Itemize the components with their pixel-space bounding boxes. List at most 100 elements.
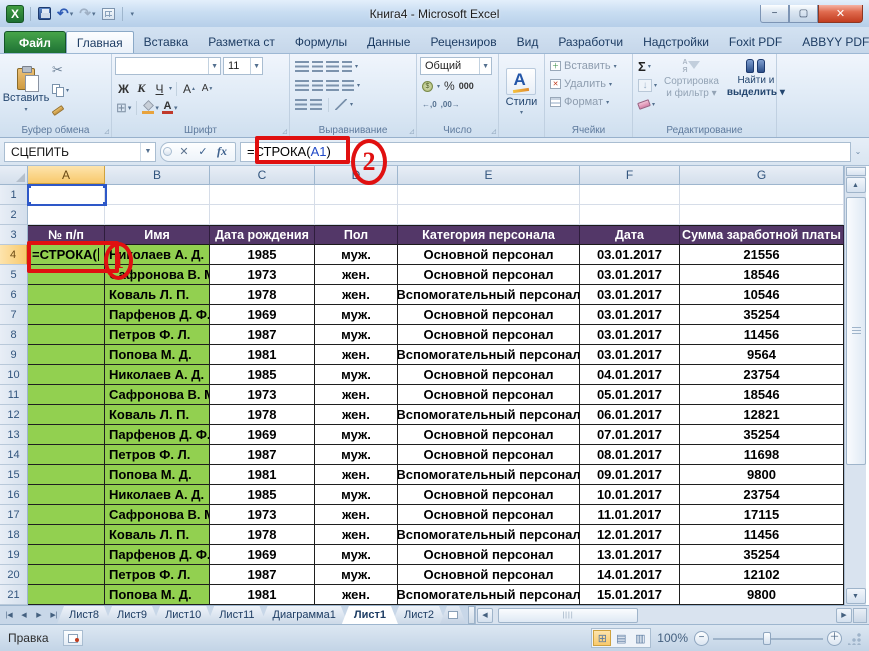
- cell-C12[interactable]: 1978: [210, 405, 315, 425]
- underline-button[interactable]: Ч: [151, 80, 168, 97]
- maximize-button[interactable]: ▢: [789, 5, 818, 23]
- currency-icon[interactable]: $: [422, 81, 433, 92]
- vertical-scroll-track[interactable]: [846, 193, 866, 588]
- row-header-10[interactable]: 10: [0, 365, 28, 385]
- row-header-1[interactable]: 1: [0, 185, 28, 205]
- row-header-8[interactable]: 8: [0, 325, 28, 345]
- cell-A9[interactable]: [28, 345, 105, 365]
- cell-A12[interactable]: [28, 405, 105, 425]
- cell-F11[interactable]: 05.01.2017: [580, 385, 680, 405]
- cell-F1[interactable]: [580, 185, 680, 205]
- page-break-view-icon[interactable]: ▥: [631, 630, 649, 646]
- cell-G18[interactable]: 11456: [680, 525, 844, 545]
- cell-C19[interactable]: 1969: [210, 545, 315, 565]
- sheet-tab-диаграмма1[interactable]: Диаграмма1: [261, 606, 348, 624]
- cell-E7[interactable]: Основной персонал: [398, 305, 580, 325]
- cell-F16[interactable]: 10.01.2017: [580, 485, 680, 505]
- cell-B14[interactable]: Петров Ф. Л.: [105, 445, 210, 465]
- cell-C16[interactable]: 1985: [210, 485, 315, 505]
- cell-B2[interactable]: [105, 205, 210, 225]
- scroll-right-icon[interactable]: ▶: [836, 608, 852, 623]
- cell-F9[interactable]: 03.01.2017: [580, 345, 680, 365]
- cell-C9[interactable]: 1981: [210, 345, 315, 365]
- cell-B8[interactable]: Петров Ф. Л.: [105, 325, 210, 345]
- cell-G15[interactable]: 9800: [680, 465, 844, 485]
- cell-E2[interactable]: [398, 205, 580, 225]
- row-header-11[interactable]: 11: [0, 385, 28, 405]
- align-left-icon[interactable]: [295, 80, 309, 91]
- cell-B3[interactable]: Имя: [105, 225, 210, 245]
- decrease-indent-icon[interactable]: [295, 99, 307, 110]
- decrease-decimal-icon[interactable]: ,00→: [441, 100, 460, 109]
- cell-C15[interactable]: 1981: [210, 465, 315, 485]
- cell-C6[interactable]: 1978: [210, 285, 315, 305]
- cell-G14[interactable]: 11698: [680, 445, 844, 465]
- cell-D14[interactable]: муж.: [315, 445, 398, 465]
- cell-B16[interactable]: Николаев А. Д.: [105, 485, 210, 505]
- zoom-slider-track[interactable]: [713, 631, 823, 646]
- row-header-9[interactable]: 9: [0, 345, 28, 365]
- chevron-down-icon[interactable]: ▼: [250, 58, 260, 74]
- delete-cells-button[interactable]: ✕Удалить▾: [548, 75, 629, 93]
- cell-F2[interactable]: [580, 205, 680, 225]
- fill-color-button[interactable]: ▾: [141, 99, 160, 116]
- row-header-21[interactable]: 21: [0, 585, 28, 605]
- cell-A2[interactable]: [28, 205, 105, 225]
- cell-A14[interactable]: [28, 445, 105, 465]
- cell-A21[interactable]: [28, 585, 105, 605]
- cell-G19[interactable]: 35254: [680, 545, 844, 565]
- cell-F14[interactable]: 08.01.2017: [580, 445, 680, 465]
- cell-F21[interactable]: 15.01.2017: [580, 585, 680, 605]
- cell-F18[interactable]: 12.01.2017: [580, 525, 680, 545]
- cell-F6[interactable]: 03.01.2017: [580, 285, 680, 305]
- row-header-13[interactable]: 13: [0, 425, 28, 445]
- row-header-2[interactable]: 2: [0, 205, 28, 225]
- cell-E9[interactable]: Вспомогательный персонал: [398, 345, 580, 365]
- cell-C10[interactable]: 1985: [210, 365, 315, 385]
- ribbon-tab-разметка-ст[interactable]: Разметка ст: [198, 31, 285, 53]
- copy-button[interactable]: ▾: [49, 82, 72, 99]
- ribbon-tab-данные[interactable]: Данные: [357, 31, 420, 53]
- horizontal-scroll-thumb[interactable]: ||||: [498, 608, 638, 623]
- dialog-launcher-icon[interactable]: ◿: [491, 128, 496, 135]
- cell-D21[interactable]: жен.: [315, 585, 398, 605]
- row-header-5[interactable]: 5: [0, 265, 28, 285]
- cell-B9[interactable]: Попова М. Д.: [105, 345, 210, 365]
- cell-E18[interactable]: Вспомогательный персонал: [398, 525, 580, 545]
- ribbon-tab-abbyy-pdf-t[interactable]: ABBYY PDF T: [792, 31, 869, 53]
- font-size-combo[interactable]: 11▼: [223, 57, 263, 75]
- cell-D11[interactable]: жен.: [315, 385, 398, 405]
- horizontal-scrollbar[interactable]: ◀ |||| ▶: [475, 606, 869, 624]
- cell-F17[interactable]: 11.01.2017: [580, 505, 680, 525]
- cell-F19[interactable]: 13.01.2017: [580, 545, 680, 565]
- row-header-14[interactable]: 14: [0, 445, 28, 465]
- cell-F10[interactable]: 04.01.2017: [580, 365, 680, 385]
- paste-button[interactable]: Вставить ▾: [3, 57, 49, 123]
- chevron-down-icon[interactable]: ▼: [140, 143, 155, 161]
- find-select-button[interactable]: Найти ивыделить ▾: [724, 57, 788, 123]
- customize-qat-button[interactable]: ▾: [129, 5, 136, 23]
- sheet-tab-лист11[interactable]: Лист11: [207, 606, 266, 624]
- cell-D19[interactable]: муж.: [315, 545, 398, 565]
- cell-B7[interactable]: Парфенов Д. Ф.: [105, 305, 210, 325]
- chevron-down-icon[interactable]: ▼: [479, 58, 489, 74]
- wrap-text-icon[interactable]: [335, 99, 347, 110]
- scroll-left-icon[interactable]: ◀: [477, 608, 493, 623]
- cell-E21[interactable]: Вспомогательный персонал: [398, 585, 580, 605]
- cell-C1[interactable]: [210, 185, 315, 205]
- orientation-icon[interactable]: [342, 61, 352, 72]
- row-header-7[interactable]: 7: [0, 305, 28, 325]
- cell-E12[interactable]: Вспомогательный персонал: [398, 405, 580, 425]
- first-sheet-icon[interactable]: |◀: [2, 608, 16, 623]
- increase-indent-icon[interactable]: [310, 99, 322, 110]
- row-header-18[interactable]: 18: [0, 525, 28, 545]
- cell-G3[interactable]: Сумма заработной платы: [680, 225, 844, 245]
- next-sheet-icon[interactable]: ▶: [32, 608, 46, 623]
- cell-E17[interactable]: Основной персонал: [398, 505, 580, 525]
- formula-input[interactable]: =СТРОКА(A1): [240, 142, 851, 162]
- cell-D7[interactable]: муж.: [315, 305, 398, 325]
- ribbon-tab-вставка[interactable]: Вставка: [134, 31, 199, 53]
- vertical-scroll-thumb[interactable]: [846, 197, 866, 465]
- bold-button[interactable]: Ж: [115, 80, 132, 97]
- row-header-17[interactable]: 17: [0, 505, 28, 525]
